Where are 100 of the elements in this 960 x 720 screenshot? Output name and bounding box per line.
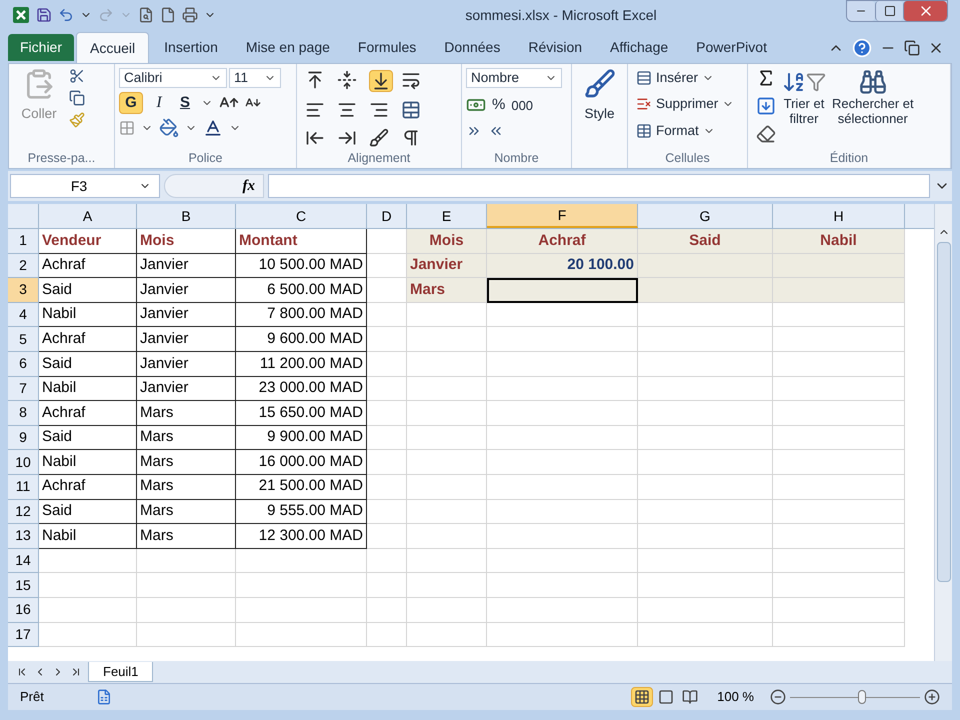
row-header[interactable]: 5 bbox=[8, 327, 39, 352]
delete-button[interactable]: Supprimer bbox=[636, 94, 734, 114]
borders-icon[interactable] bbox=[119, 120, 135, 136]
table-cell: Nabil bbox=[773, 229, 905, 254]
group-label: Cellules bbox=[664, 150, 711, 167]
save-icon[interactable] bbox=[36, 7, 52, 23]
fill-icon[interactable] bbox=[756, 96, 776, 116]
fill-color-icon[interactable] bbox=[159, 118, 179, 138]
column-header[interactable]: C bbox=[236, 204, 367, 228]
row-header[interactable]: 17 bbox=[8, 622, 39, 648]
font-size-field[interactable]: 11 bbox=[229, 68, 281, 88]
font-color-icon[interactable] bbox=[203, 118, 223, 138]
table-cell: Mois bbox=[407, 229, 487, 254]
zoom-level[interactable]: 100 % bbox=[717, 687, 754, 707]
zoom-slider[interactable] bbox=[790, 690, 920, 704]
copy-icon[interactable] bbox=[69, 90, 85, 106]
column-header[interactable]: F bbox=[487, 204, 638, 228]
format-button[interactable]: Format bbox=[636, 120, 734, 141]
eraser-icon[interactable] bbox=[756, 124, 776, 144]
row-header[interactable]: 14 bbox=[8, 548, 39, 574]
row-header[interactable]: 16 bbox=[8, 598, 39, 622]
vertical-scrollbar[interactable] bbox=[934, 204, 952, 661]
file-tab[interactable]: Fichier bbox=[8, 34, 74, 61]
zoom-in-icon[interactable] bbox=[924, 689, 940, 705]
scissors-icon[interactable] bbox=[69, 68, 85, 84]
maximize-button[interactable] bbox=[875, 1, 903, 21]
font-name-field[interactable]: Calibri bbox=[119, 68, 227, 88]
print-preview-icon[interactable] bbox=[138, 7, 154, 23]
italic-button[interactable]: I bbox=[149, 92, 169, 114]
row-header[interactable]: 13 bbox=[8, 524, 39, 549]
column-header[interactable]: B bbox=[137, 204, 236, 228]
align-bottom-button[interactable] bbox=[369, 70, 393, 92]
printer-icon[interactable] bbox=[182, 7, 198, 23]
slider-thumb[interactable] bbox=[858, 690, 866, 704]
align-middle-icon[interactable] bbox=[337, 70, 357, 90]
undo-icon[interactable] bbox=[58, 7, 74, 23]
insert-button[interactable]: Insérer bbox=[636, 68, 734, 88]
macro-record-icon[interactable] bbox=[96, 689, 112, 705]
excel-logo-icon[interactable] bbox=[12, 6, 30, 24]
restore-icon[interactable] bbox=[904, 40, 920, 56]
close-button[interactable] bbox=[903, 1, 947, 21]
ribbon-tab[interactable]: Formules bbox=[344, 32, 430, 63]
row-header[interactable]: 1 bbox=[8, 229, 39, 254]
sort-filter-button[interactable]: Trier et filtrer bbox=[782, 68, 826, 150]
first-sheet-icon[interactable] bbox=[16, 666, 28, 678]
row-header[interactable]: 6 bbox=[8, 352, 39, 377]
scroll-thumb[interactable] bbox=[936, 242, 950, 582]
row-header[interactable]: 11 bbox=[8, 474, 39, 500]
ribbon-tab[interactable]: Affichage bbox=[597, 32, 682, 63]
row-header[interactable]: 2 bbox=[8, 254, 39, 278]
row-header[interactable]: 4 bbox=[8, 302, 39, 328]
table-cell: Janvier bbox=[137, 327, 236, 352]
name-box[interactable]: F3 bbox=[10, 174, 160, 198]
style-button[interactable]: Style bbox=[576, 64, 623, 150]
table-cell: 23 000.00 MAD bbox=[236, 376, 367, 402]
help-icon[interactable] bbox=[852, 38, 872, 58]
empty-cell bbox=[367, 450, 407, 475]
last-sheet-icon[interactable] bbox=[70, 666, 82, 678]
window-title: sommesi.xlsx - Microsoft Excel bbox=[464, 6, 658, 24]
ribbon-tab[interactable]: Accueil bbox=[76, 32, 150, 63]
percent-button[interactable]: % bbox=[492, 94, 506, 116]
row-header[interactable]: 9 bbox=[8, 426, 39, 450]
sheet-tab[interactable]: Feuil1 bbox=[88, 662, 154, 682]
number-format-field[interactable]: Nombre bbox=[466, 68, 562, 88]
formula-field[interactable] bbox=[268, 174, 930, 198]
row-header[interactable]: 15 bbox=[8, 573, 39, 598]
column-header[interactable]: D bbox=[367, 204, 407, 228]
ribbon-tab[interactable]: Révision bbox=[515, 32, 596, 63]
insert-function-button[interactable]: fx bbox=[164, 174, 264, 198]
column-header[interactable]: A bbox=[39, 204, 137, 228]
row-header[interactable]: 12 bbox=[8, 500, 39, 524]
row-header[interactable]: 8 bbox=[8, 401, 39, 426]
column-header[interactable]: G bbox=[638, 204, 773, 228]
ribbon-tab[interactable]: Mise en page bbox=[232, 32, 343, 63]
table-cell: 12 300.00 MAD bbox=[236, 524, 367, 549]
selected-cell[interactable] bbox=[487, 278, 638, 303]
find-select-button[interactable]: Rechercher et sélectionner bbox=[832, 68, 914, 150]
table-cell: Janvier bbox=[137, 352, 236, 377]
ribbon-tab[interactable]: PowerPivot bbox=[683, 32, 780, 63]
underline-button[interactable]: S bbox=[175, 92, 195, 114]
ribbon-tab[interactable]: Données bbox=[431, 32, 514, 63]
table-cell: Mars bbox=[137, 474, 236, 500]
row-header[interactable]: 7 bbox=[8, 376, 39, 402]
view-icon bbox=[682, 689, 698, 705]
table-cell: 9 600.00 MAD bbox=[236, 327, 367, 352]
new-file-icon[interactable] bbox=[160, 7, 176, 23]
row-header[interactable]: 3 bbox=[8, 278, 39, 303]
ribbon-tab[interactable]: Insertion bbox=[151, 32, 231, 63]
row-header[interactable]: 10 bbox=[8, 450, 39, 475]
rows-icon bbox=[636, 70, 652, 86]
table-cell: Mars bbox=[137, 426, 236, 450]
merge-cells-icon[interactable] bbox=[401, 100, 421, 120]
column-header[interactable]: H bbox=[773, 204, 905, 228]
view-button[interactable] bbox=[631, 687, 654, 707]
table-cell: Nabil bbox=[39, 450, 137, 475]
table-cell: Janvier bbox=[407, 254, 487, 278]
bold-button[interactable]: G bbox=[119, 92, 143, 114]
zoom-out-icon[interactable] bbox=[770, 689, 786, 705]
thousands-button[interactable]: 000 bbox=[511, 96, 534, 115]
group-label: Nombre bbox=[493, 150, 540, 167]
